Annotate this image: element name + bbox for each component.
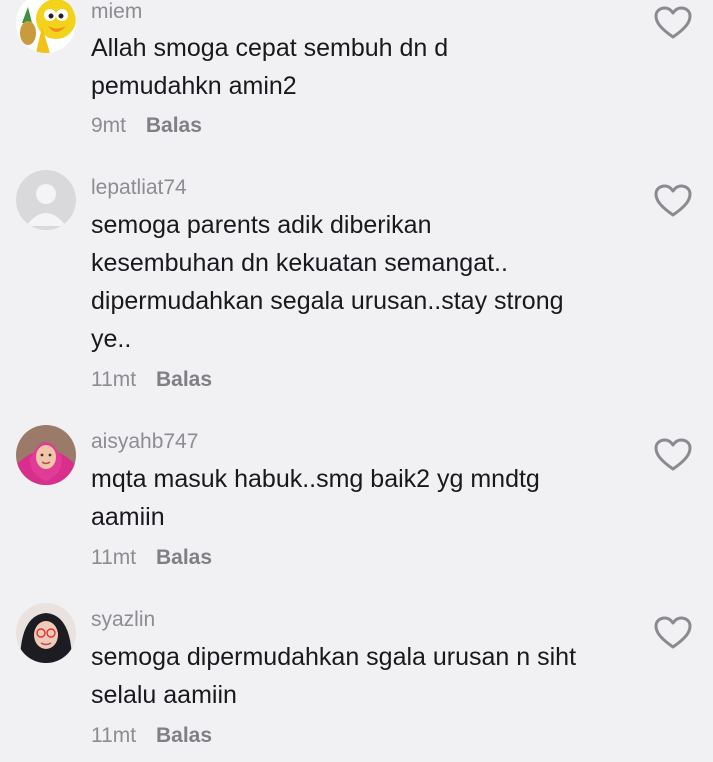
user-photo-icon: [16, 425, 76, 485]
avatar[interactable]: [16, 603, 76, 663]
reply-button[interactable]: Balas: [156, 546, 212, 569]
comment-list: miem Allah smoga cepat sembuh dn d pemud…: [0, 0, 713, 762]
reply-button[interactable]: Balas: [146, 114, 202, 137]
comment-text: mqta masuk habuk..smg baik2 yg mndtg aam…: [91, 460, 651, 536]
comment-text-line: Allah smoga cepat sembuh dn d: [91, 34, 449, 62]
comment-username[interactable]: miem: [91, 0, 142, 24]
comment-time: 9mt: [91, 114, 127, 137]
comment-text-line: kesembuhan dn kekuatan semangat..: [91, 249, 508, 277]
default-user-icon: [16, 170, 76, 230]
heart-outline-icon[interactable]: [654, 6, 692, 40]
comment-text-line: dipermudahkan segala urusan..stay strong: [91, 287, 564, 315]
comment-text: semoga dipermudahkan sgala urusan n siht…: [91, 638, 651, 714]
comment-time: 11mt: [91, 368, 137, 391]
comment-text-line: pemudahkn amin2: [91, 72, 297, 100]
comment-text-line: semoga dipermudahkan sgala urusan n siht: [91, 643, 577, 671]
big-bird-icon: [16, 0, 76, 53]
comment-username[interactable]: syazlin: [91, 608, 155, 632]
comment-meta: 11mt Balas: [91, 724, 212, 748]
comment-meta: 9mt Balas: [91, 114, 202, 138]
comment-text-line: ye..: [91, 325, 132, 353]
comment-time: 11mt: [91, 546, 137, 569]
heart-outline-icon[interactable]: [654, 438, 692, 472]
comment-text-line: aamiin: [91, 503, 165, 531]
comment-username[interactable]: aisyahb747: [91, 430, 198, 454]
avatar[interactable]: [16, 0, 76, 53]
comment-meta: 11mt Balas: [91, 368, 212, 392]
comment-item: aisyahb747 mqta masuk habuk..smg baik2 y…: [0, 422, 713, 587]
user-photo-icon: [16, 603, 76, 663]
comment-item: lepatliat74 semoga parents adik diberika…: [0, 168, 713, 408]
comment-text: semoga parents adik diberikan kesembuhan…: [91, 206, 651, 358]
comment-time: 11mt: [91, 724, 137, 747]
comment-text-line: mqta masuk habuk..smg baik2 yg mndtg: [91, 465, 540, 493]
comment-username[interactable]: lepatliat74: [91, 176, 187, 200]
avatar[interactable]: [16, 425, 76, 485]
avatar[interactable]: [16, 170, 76, 230]
heart-outline-icon[interactable]: [654, 616, 692, 650]
comment-text-line: selalu aamiin: [91, 681, 237, 709]
comment-item: syazlin semoga dipermudahkan sgala urusa…: [0, 600, 713, 762]
reply-button[interactable]: Balas: [156, 368, 212, 391]
reply-button[interactable]: Balas: [156, 724, 212, 747]
comment-item: miem Allah smoga cepat sembuh dn d pemud…: [0, 0, 713, 150]
comment-text: Allah smoga cepat sembuh dn d pemudahkn …: [91, 29, 651, 105]
comment-text-line: semoga parents adik diberikan: [91, 211, 432, 239]
comment-meta: 11mt Balas: [91, 546, 212, 570]
heart-outline-icon[interactable]: [654, 184, 692, 218]
